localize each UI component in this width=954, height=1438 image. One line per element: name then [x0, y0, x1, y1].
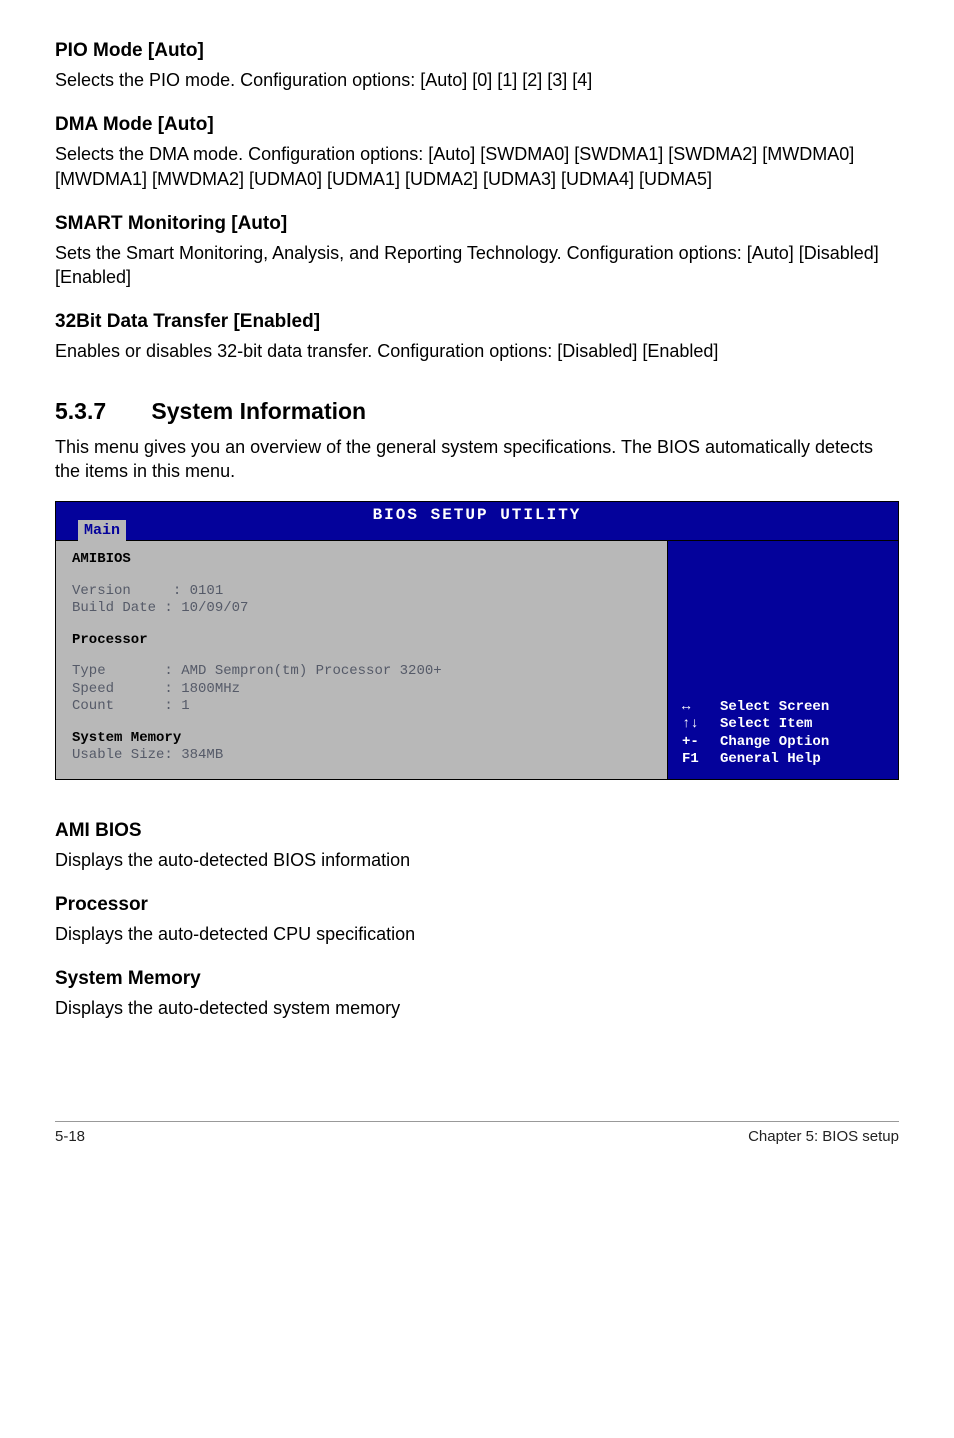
heading-number: 5.3.7: [55, 398, 145, 425]
heading-ami-bios: AMI BIOS: [55, 820, 899, 842]
bios-label-change-option: Change Option: [720, 734, 829, 752]
bios-processor-type: Type : AMD Sempron(tm) Processor 3200+: [72, 663, 651, 681]
bios-key-plusminus: +-: [682, 734, 704, 752]
bios-left-panel: AMIBIOS Version : 0101 Build Date : 10/0…: [56, 541, 668, 779]
bios-tab-main: Main: [78, 520, 126, 541]
text-dma-mode: Selects the DMA mode. Configuration opti…: [55, 142, 899, 191]
bios-label-general-help: General Help: [720, 751, 821, 769]
bios-title-text: BIOS SETUP UTILITY: [56, 502, 898, 526]
text-32bit-data-transfer: Enables or disables 32-bit data transfer…: [55, 339, 899, 363]
bios-help-row: +- Change Option: [682, 734, 884, 752]
bios-help-row: ↔ Select Screen: [682, 699, 884, 717]
text-pio-mode: Selects the PIO mode. Configuration opti…: [55, 68, 899, 92]
page-number: 5-18: [55, 1128, 85, 1145]
bios-key-f1: F1: [682, 751, 704, 769]
bios-help-row: ↑↓ Select Item: [682, 716, 884, 734]
bios-label-amibios: AMIBIOS: [72, 551, 651, 569]
bios-label-system-memory: System Memory: [72, 730, 651, 748]
heading-processor: Processor: [55, 894, 899, 916]
bios-setup-screenshot: BIOS SETUP UTILITY Main AMIBIOS Version …: [55, 501, 899, 780]
bios-label-select-item: Select Item: [720, 716, 812, 734]
page-footer: 5-18 Chapter 5: BIOS setup: [55, 1121, 899, 1145]
text-ami-bios: Displays the auto-detected BIOS informat…: [55, 848, 899, 872]
bios-title-bar: BIOS SETUP UTILITY Main: [56, 502, 898, 540]
text-system-memory: Displays the auto-detected system memory: [55, 996, 899, 1020]
text-smart-monitoring: Sets the Smart Monitoring, Analysis, and…: [55, 241, 899, 290]
heading-pio-mode: PIO Mode [Auto]: [55, 40, 899, 62]
bios-usable-size: Usable Size: 384MB: [72, 747, 651, 765]
bios-right-panel: ↔ Select Screen ↑↓ Select Item +- Change…: [668, 541, 898, 779]
bios-label-processor: Processor: [72, 632, 651, 650]
bios-key-leftright: ↔: [682, 699, 704, 717]
bios-key-updown: ↑↓: [682, 716, 704, 734]
bios-processor-speed: Speed : 1800MHz: [72, 681, 651, 699]
bios-build-date: Build Date : 10/09/07: [72, 600, 651, 618]
text-processor: Displays the auto-detected CPU specifica…: [55, 922, 899, 946]
bios-label-select-screen: Select Screen: [720, 699, 829, 717]
heading-system-information: 5.3.7 System Information: [55, 398, 899, 425]
bios-version: Version : 0101: [72, 583, 651, 601]
bios-processor-count: Count : 1: [72, 698, 651, 716]
heading-system-memory: System Memory: [55, 968, 899, 990]
heading-32bit-data-transfer: 32Bit Data Transfer [Enabled]: [55, 311, 899, 333]
bios-help-row: F1 General Help: [682, 751, 884, 769]
text-system-information: This menu gives you an overview of the g…: [55, 435, 899, 484]
heading-smart-monitoring: SMART Monitoring [Auto]: [55, 213, 899, 235]
heading-title: System Information: [151, 398, 366, 424]
chapter-title: Chapter 5: BIOS setup: [748, 1128, 899, 1145]
heading-dma-mode: DMA Mode [Auto]: [55, 114, 899, 136]
